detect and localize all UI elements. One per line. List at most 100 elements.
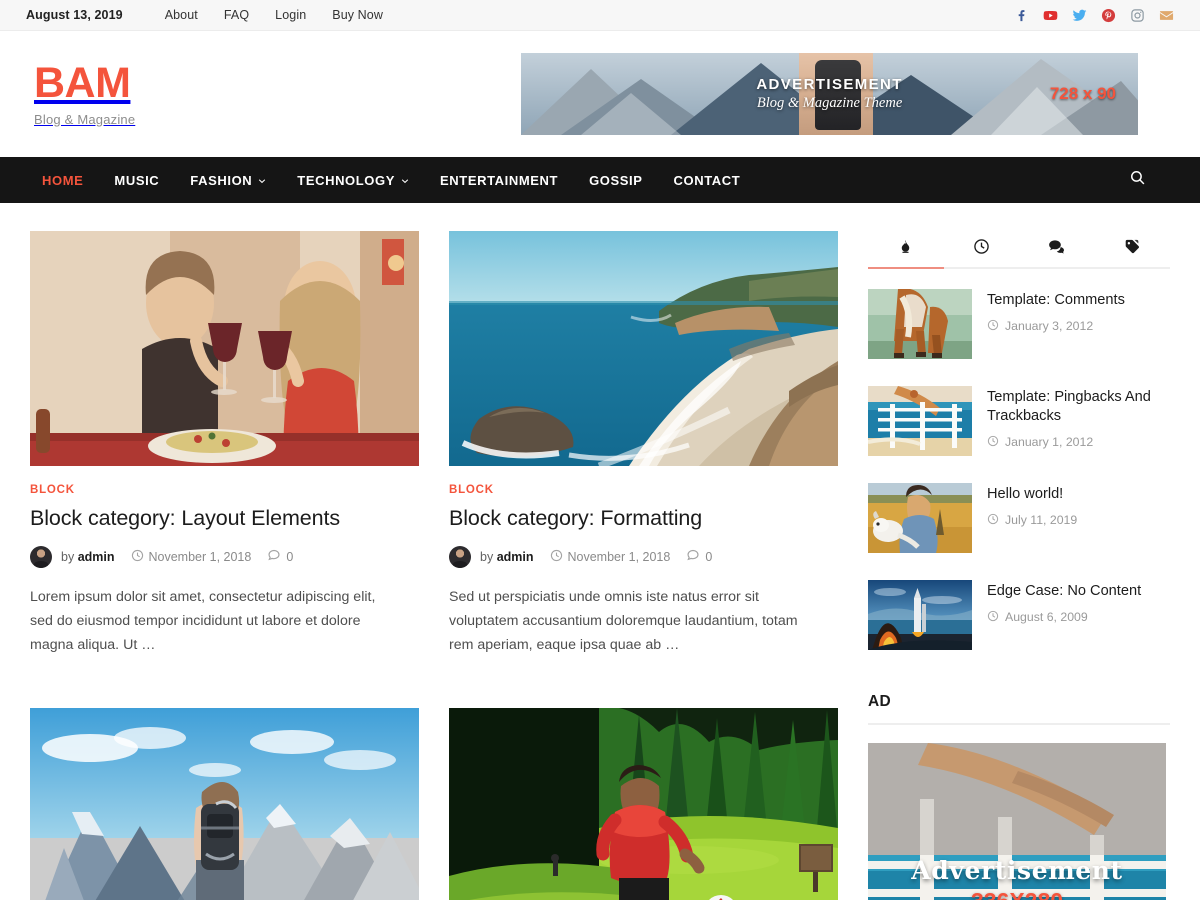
post-category[interactable]: BLOCK xyxy=(30,484,419,496)
tab-comments[interactable] xyxy=(1019,231,1095,267)
nav-item-label: ENTERTAINMENT xyxy=(440,172,559,188)
list-item[interactable]: Template: Pingbacks And Trackbacks Janua… xyxy=(868,372,1170,469)
avatar xyxy=(30,545,52,568)
author-prefix: by xyxy=(480,549,494,564)
post-card xyxy=(30,707,419,900)
list-item-date-text: January 1, 2012 xyxy=(1005,435,1094,450)
list-item-title[interactable]: Template: Pingbacks And Trackbacks xyxy=(987,388,1170,426)
post-date-text: November 1, 2018 xyxy=(148,549,252,564)
nav-list: HOME MUSIC FASHION TECHNOLOGY ENTERTAINM… xyxy=(30,173,771,188)
post-date-text: November 1, 2018 xyxy=(567,549,671,564)
post-thumbnail-link[interactable] xyxy=(449,231,838,466)
nav-item-music[interactable]: MUSIC xyxy=(114,173,159,188)
sidebar-tabs xyxy=(868,231,1170,269)
site-logo[interactable]: BAM Blog & Magazine xyxy=(30,58,521,127)
tab-recent[interactable] xyxy=(944,231,1020,267)
comment-count-text: 0 xyxy=(286,549,294,564)
sidebar-advertisement[interactable]: Advertisement 336X280 xyxy=(868,743,1166,900)
nav-item-home[interactable]: HOME xyxy=(42,173,83,188)
thumbnail xyxy=(868,483,972,553)
list-item-title[interactable]: Hello world! xyxy=(987,485,1077,504)
site-header: BAM Blog & Magazine ADVERTISEMENT Blog &… xyxy=(0,31,1200,157)
topbar-link-login[interactable]: Login xyxy=(275,8,306,22)
nav-item-fashion[interactable]: FASHION xyxy=(190,173,266,188)
list-item-date-text: July 11, 2019 xyxy=(1005,513,1078,528)
list-item-body: Template: Pingbacks And Trackbacks Janua… xyxy=(987,386,1170,456)
email-icon[interactable] xyxy=(1159,8,1174,23)
nav-item-technology[interactable]: TECHNOLOGY xyxy=(297,173,409,188)
page-body: BLOCK Block category: Layout Elements by… xyxy=(0,231,1200,900)
header-ad-line2: Blog & Magazine Theme xyxy=(756,95,903,111)
post-comment-count[interactable]: 0 xyxy=(267,548,293,565)
clock-icon xyxy=(987,435,999,450)
list-item-title[interactable]: Template: Comments xyxy=(987,291,1125,310)
post-excerpt: Sed ut perspiciatis unde omnis iste natu… xyxy=(449,588,798,653)
chevron-down-icon xyxy=(401,173,409,188)
twitter-icon[interactable] xyxy=(1072,8,1087,23)
clock-icon xyxy=(987,610,999,625)
hiker-mountains-image xyxy=(30,707,419,900)
rocket-launch-image xyxy=(868,580,972,650)
post-thumbnail-link[interactable] xyxy=(30,707,419,900)
social-links xyxy=(1014,8,1174,23)
post-card: BLOCK Block category: Formatting by admi… xyxy=(449,231,838,678)
nav-item-label: HOME xyxy=(42,172,84,188)
nav-item-gossip[interactable]: GOSSIP xyxy=(589,173,642,188)
youtube-icon[interactable] xyxy=(1043,8,1058,23)
flame-icon xyxy=(898,238,913,260)
nav-item-label: FASHION xyxy=(190,172,253,188)
logo-text: BAM xyxy=(34,58,131,107)
tab-popular[interactable] xyxy=(868,231,944,269)
nav-item-contact[interactable]: CONTACT xyxy=(674,173,741,188)
list-item[interactable]: Hello world! July 11, 2019 xyxy=(868,469,1170,566)
girl-with-dog-field-image xyxy=(868,483,972,553)
nav-item-label: CONTACT xyxy=(673,172,741,188)
facebook-icon[interactable] xyxy=(1014,8,1029,23)
topbar-link-buy-now[interactable]: Buy Now xyxy=(332,8,383,22)
post-author[interactable]: by admin xyxy=(61,550,115,564)
clock-icon xyxy=(973,238,990,260)
list-item-date: August 6, 2009 xyxy=(987,610,1141,625)
post-thumbnail-link[interactable] xyxy=(30,231,419,466)
thumbnail xyxy=(868,580,972,650)
top-bar-left: August 13, 2019 About FAQ Login Buy Now xyxy=(26,8,409,22)
topbar-link-faq[interactable]: FAQ xyxy=(224,8,249,22)
post-title[interactable]: Block category: Layout Elements xyxy=(30,505,419,532)
list-item-body: Template: Comments January 3, 2012 xyxy=(987,289,1125,359)
list-item-body: Hello world! July 11, 2019 xyxy=(987,483,1077,553)
list-item[interactable]: Edge Case: No Content August 6, 2009 xyxy=(868,566,1170,663)
tab-tags[interactable] xyxy=(1095,231,1171,267)
top-bar: August 13, 2019 About FAQ Login Buy Now xyxy=(0,0,1200,31)
pinterest-icon[interactable] xyxy=(1101,8,1116,23)
post-card xyxy=(449,707,838,900)
nav-item-entertainment[interactable]: ENTERTAINMENT xyxy=(440,173,558,188)
author-prefix: by xyxy=(61,549,75,564)
post-grid: BLOCK Block category: Layout Elements by… xyxy=(30,231,838,900)
sidebar-ad-line1: Advertisement xyxy=(911,855,1123,885)
post-category[interactable]: BLOCK xyxy=(449,484,838,496)
list-item-title[interactable]: Edge Case: No Content xyxy=(987,582,1141,601)
nav-item-label: TECHNOLOGY xyxy=(297,172,396,188)
post-author[interactable]: by admin xyxy=(480,550,534,564)
comment-icon xyxy=(686,548,700,565)
header-advertisement-banner[interactable]: ADVERTISEMENT Blog & Magazine Theme 728 … xyxy=(521,53,1138,135)
post-comment-count[interactable]: 0 xyxy=(686,548,712,565)
list-item-body: Edge Case: No Content August 6, 2009 xyxy=(987,580,1141,650)
search-icon[interactable] xyxy=(1129,169,1146,191)
comment-icon xyxy=(1048,238,1066,261)
avatar xyxy=(449,545,471,568)
post-date: November 1, 2018 xyxy=(131,549,252,565)
post-date: November 1, 2018 xyxy=(550,549,671,565)
topbar-link-about[interactable]: About xyxy=(165,8,198,22)
post-card: BLOCK Block category: Layout Elements by… xyxy=(30,231,419,678)
comment-icon xyxy=(267,548,281,565)
instagram-icon[interactable] xyxy=(1130,8,1145,23)
post-thumbnail-link[interactable] xyxy=(449,707,838,900)
list-item-date: July 11, 2019 xyxy=(987,513,1077,528)
list-item[interactable]: Template: Comments January 3, 2012 xyxy=(868,275,1170,372)
sidebar-post-list: Template: Comments January 3, 2012 Templ… xyxy=(868,275,1170,663)
clock-icon xyxy=(987,319,999,334)
clock-icon xyxy=(550,549,563,565)
post-title[interactable]: Block category: Formatting xyxy=(449,505,838,532)
nav-item-label: MUSIC xyxy=(114,172,160,188)
